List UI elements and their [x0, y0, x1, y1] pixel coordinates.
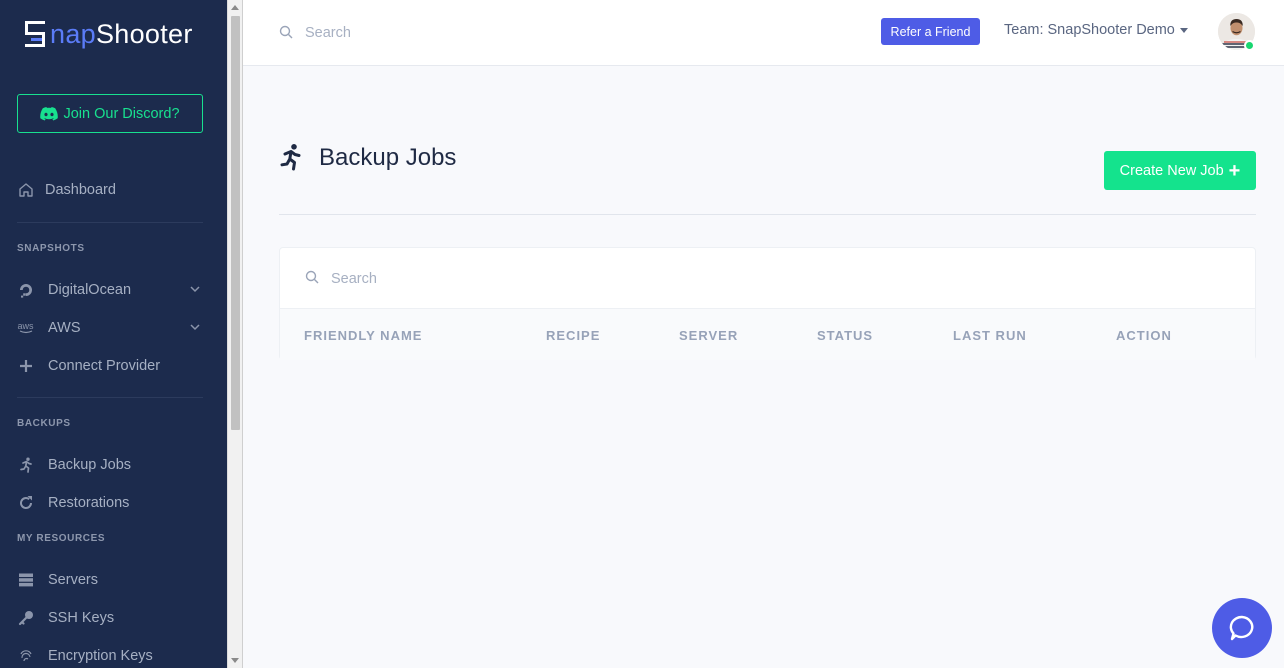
digitalocean-icon: [17, 282, 34, 299]
running-person-icon: [280, 144, 301, 171]
sidebar-item-aws[interactable]: aws AWS: [17, 316, 203, 340]
column-header-last-run[interactable]: LAST RUN: [953, 328, 1027, 343]
section-heading-snapshots: SNAPSHOTS: [17, 243, 85, 254]
sidebar-item-label: AWS: [48, 320, 81, 336]
key-icon: [17, 610, 34, 627]
search-icon: [279, 25, 293, 39]
sidebar-divider: [17, 222, 203, 223]
scrollbar-thumb[interactable]: [231, 16, 240, 430]
page-title: Backup Jobs: [319, 144, 457, 171]
create-new-job-label: Create New Job: [1119, 162, 1224, 179]
redo-icon: [17, 495, 34, 512]
logo-text-nap: nap: [50, 18, 96, 49]
sidebar-item-backup-jobs[interactable]: Backup Jobs: [17, 453, 203, 477]
column-header-action[interactable]: ACTION: [1116, 328, 1172, 343]
column-header-status[interactable]: STATUS: [817, 328, 873, 343]
table-header: FRIENDLY NAME RECIPE SERVER STATUS LAST …: [280, 308, 1255, 360]
sidebar-item-encryption-keys[interactable]: Encryption Keys: [17, 644, 203, 668]
home-icon: [17, 182, 34, 199]
sidebar-item-label: Backup Jobs: [48, 457, 132, 473]
section-heading-backups: BACKUPS: [17, 418, 71, 429]
sidebar-item-connect-provider[interactable]: Connect Provider: [17, 354, 203, 378]
fingerprint-icon: [17, 648, 34, 665]
plus-icon: +: [1228, 159, 1241, 182]
scroll-down-arrow-icon[interactable]: [231, 658, 239, 663]
column-header-recipe[interactable]: RECIPE: [546, 328, 600, 343]
global-search-input[interactable]: [305, 22, 605, 44]
create-new-job-button[interactable]: Create New Job +: [1104, 151, 1256, 190]
chat-bubble-icon: [1229, 615, 1254, 641]
sidebar-item-servers[interactable]: Servers: [17, 568, 203, 592]
sidebar-item-digitalocean[interactable]: DigitalOcean: [17, 278, 203, 302]
sidebar-item-ssh-keys[interactable]: SSH Keys: [17, 606, 203, 630]
sidebar-item-label: Encryption Keys: [48, 648, 153, 664]
caret-down-icon: [1179, 27, 1188, 33]
app-logo[interactable]: napShooter: [22, 18, 193, 50]
sidebar-item-label: SSH Keys: [48, 610, 115, 626]
logo-mark-icon: [25, 21, 45, 47]
sidebar-item-label: Connect Provider: [48, 358, 161, 374]
sidebar-item-label: Servers: [48, 572, 98, 588]
scroll-up-arrow-icon[interactable]: [231, 5, 239, 10]
topbar: Refer a Friend Team: SnapShooter Demo: [243, 0, 1284, 66]
running-person-icon: [17, 457, 34, 474]
chevron-down-icon[interactable]: [189, 321, 201, 333]
server-icon: [17, 572, 34, 589]
help-chat-button[interactable]: [1212, 598, 1272, 658]
section-heading-my-resources: MY RESOURCES: [17, 533, 106, 544]
aws-icon: aws: [17, 321, 34, 334]
plus-icon: [17, 358, 34, 375]
team-selector[interactable]: Team: SnapShooter Demo: [1004, 22, 1188, 38]
column-header-friendly-name[interactable]: FRIENDLY NAME: [304, 328, 422, 343]
jobs-search-input[interactable]: [331, 268, 731, 290]
sidebar-divider: [17, 397, 203, 398]
team-selector-label: Team: SnapShooter Demo: [1004, 22, 1175, 38]
discord-icon: [40, 106, 59, 120]
sidebar-item-label: DigitalOcean: [48, 282, 132, 298]
online-status-dot: [1244, 40, 1255, 51]
logo-text-shooter: Shooter: [95, 18, 193, 49]
chevron-down-icon[interactable]: [189, 283, 201, 295]
join-discord-button[interactable]: Join Our Discord?: [17, 94, 203, 133]
sidebar-item-restorations[interactable]: Restorations: [17, 491, 203, 515]
sidebar-item-dashboard[interactable]: Dashboard: [17, 178, 203, 202]
sidebar-item-label: Restorations: [48, 495, 130, 511]
sidebar-item-label: Dashboard: [45, 182, 116, 198]
column-header-server[interactable]: SERVER: [679, 328, 738, 343]
jobs-table-card: FRIENDLY NAME RECIPE SERVER STATUS LAST …: [279, 247, 1256, 360]
sidebar-scrollbar[interactable]: [227, 0, 243, 668]
title-divider: [279, 214, 1256, 215]
search-icon: [305, 270, 319, 284]
join-discord-label: Join Our Discord?: [63, 105, 180, 122]
refer-a-friend-button[interactable]: Refer a Friend: [881, 18, 980, 45]
sidebar: napShooter Join Our Discord? Dashboard S…: [0, 0, 227, 668]
